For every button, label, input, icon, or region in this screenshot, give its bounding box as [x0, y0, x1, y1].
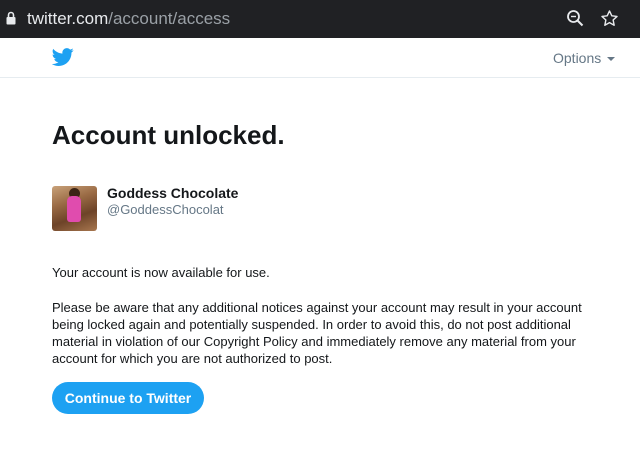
avatar-figure [67, 196, 81, 222]
page-title: Account unlocked. [52, 120, 285, 150]
continue-button[interactable]: Continue to Twitter [52, 382, 204, 414]
lock-icon [6, 11, 16, 25]
star-icon[interactable] [600, 9, 619, 28]
address-field[interactable]: twitter.com/account/access [27, 9, 230, 29]
avatar [52, 186, 97, 231]
twitter-bird-icon[interactable] [52, 46, 74, 68]
options-label: Options [553, 50, 602, 66]
user-name: Goddess Chocolate [107, 185, 239, 201]
user-handle: @GoddessChocolat [107, 202, 224, 217]
browser-url-bar: twitter.com/account/access [0, 0, 640, 38]
options-menu[interactable]: Options [553, 50, 616, 66]
site-header: Options [0, 38, 640, 78]
notice-text: Please be aware that any additional noti… [52, 300, 582, 366]
status-text: Your account is now available for use. [52, 265, 270, 280]
zoom-icon[interactable] [566, 9, 584, 27]
caret-down-icon [607, 57, 616, 61]
url-path: /account/access [108, 9, 231, 28]
url-host: twitter.com [27, 9, 109, 28]
